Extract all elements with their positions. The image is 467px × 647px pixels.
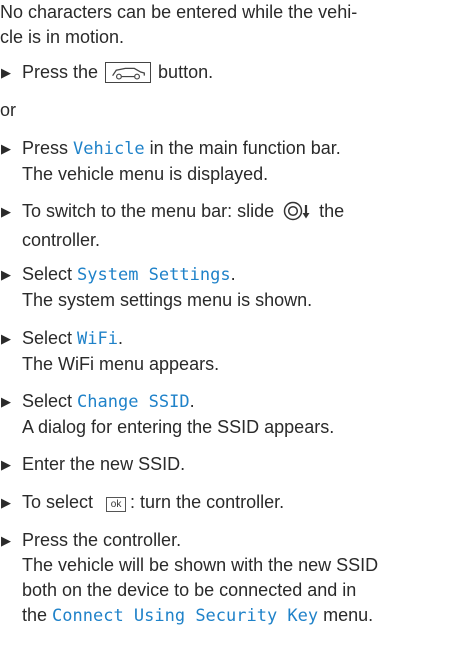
menu-item-change-ssid: Change SSID [77,392,190,412]
bullet-triangle-icon: ▶ [1,495,11,510]
step3-suffix: the [314,201,345,221]
step2-result: The vehicle menu is displayed. [22,164,269,184]
menu-item-connect-using-security-key: Connect Using Security Key [52,606,319,626]
menu-item-wifi: WiFi [77,329,118,349]
bullet-triangle-icon: ▶ [1,267,11,282]
step-select-change-ssid: ▶ Select Change SSID. A dialog for enter… [0,389,459,440]
step1-prefix: Press the [22,62,104,82]
bullet-triangle-icon: ▶ [1,204,11,219]
bullet-triangle-icon: ▶ [1,65,11,80]
bullet-triangle-icon: ▶ [1,394,11,409]
step4-prefix: Select [22,264,78,284]
step7-text: Enter the new SSID. [22,454,186,474]
ok-button-icon: ok [106,497,127,512]
menu-item-system-settings: System Settings [77,265,231,285]
vehicle-button-icon [105,62,152,83]
step-press-vehicle-menu: ▶ Press Vehicle in the main function bar… [0,136,459,187]
intro-line-1: No characters can be entered while the v… [0,2,358,22]
or-label: or [0,100,17,120]
step5-prefix: Select [22,328,78,348]
step2-prefix: Press [22,138,74,158]
bullet-triangle-icon: ▶ [1,331,11,346]
step8-prefix: To select [22,492,99,512]
menu-item-vehicle: Vehicle [73,139,145,159]
step-select-wifi: ▶ Select WiFi. The WiFi menu appears. [0,326,459,377]
intro-line-2: cle is in motion. [0,27,125,47]
step4-result: The system settings menu is shown. [22,290,313,310]
step9-result-line-3-suffix: menu. [318,605,374,625]
step4-suffix: . [230,264,236,284]
step9-result-line-3-prefix: the [22,605,53,625]
bullet-triangle-icon: ▶ [1,457,11,472]
step6-suffix: . [189,391,195,411]
step-switch-menu-bar: ▶ To switch to the menu bar: slide the c… [0,199,459,253]
step-press-controller: ▶ Press the controller. The vehicle will… [0,528,459,629]
step2-suffix: in the main function bar. [144,138,341,158]
step9-result-line-2: both on the device to be connected and i… [22,580,357,600]
bullet-triangle-icon: ▶ [1,533,11,548]
step3-line2: controller. [22,230,101,250]
step8-suffix: : turn the controller. [130,492,285,512]
step9-result-line-1: The vehicle will be shown with the new S… [22,555,379,575]
step-select-system-settings: ▶ Select System Settings. The system set… [0,262,459,313]
step9-text: Press the controller. [22,530,182,550]
step-enter-ssid: ▶ Enter the new SSID. [0,452,459,477]
controller-slide-down-icon [283,201,311,228]
step6-prefix: Select [22,391,78,411]
intro-note: No characters can be entered while the v… [0,0,459,50]
bullet-triangle-icon: ▶ [1,141,11,156]
step5-suffix: . [117,328,123,348]
step5-result: The WiFi menu appears. [22,354,220,374]
step6-result: A dialog for entering the SSID appears. [22,417,335,437]
step-select-ok: ▶ To select ok: turn the controller. [0,490,459,515]
step3-prefix: To switch to the menu bar: slide [22,201,280,221]
step-press-vehicle-button: ▶ Press the button. [0,60,459,85]
manual-page: No characters can be entered while the v… [0,0,467,647]
step1-suffix: button. [153,62,214,82]
